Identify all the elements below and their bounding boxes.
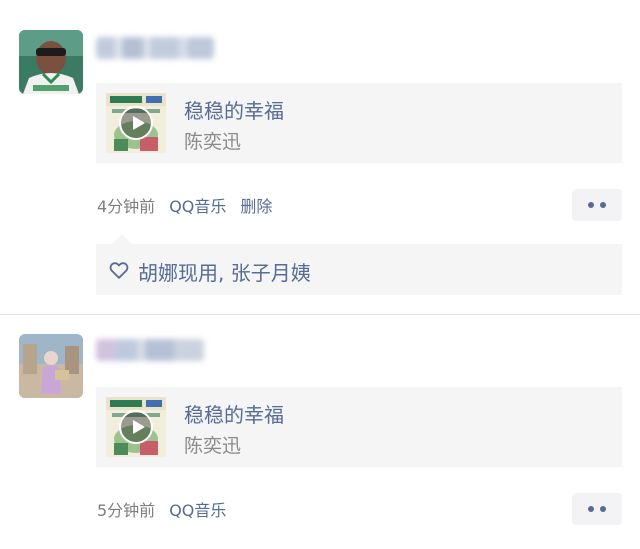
moment-post: 稳稳的幸福 陈奕迅 5分钟前 QQ音乐 bbox=[0, 315, 640, 549]
more-icon bbox=[588, 202, 594, 208]
song-artist: 陈奕迅 bbox=[184, 435, 242, 457]
avatar[interactable] bbox=[19, 30, 83, 94]
heart-icon bbox=[109, 262, 129, 279]
source-link[interactable]: QQ音乐 bbox=[169, 501, 226, 520]
song-artist: 陈奕迅 bbox=[184, 131, 242, 153]
play-icon[interactable] bbox=[119, 106, 153, 140]
album-cover bbox=[106, 93, 166, 153]
username-blurred[interactable] bbox=[96, 339, 204, 361]
album-cover bbox=[106, 397, 166, 457]
more-button[interactable] bbox=[572, 493, 622, 525]
source-link[interactable]: QQ音乐 bbox=[169, 197, 226, 216]
post-time: 4分钟前 bbox=[97, 197, 156, 216]
song-title: 稳稳的幸福 bbox=[184, 99, 284, 123]
likes-box: 胡娜现用, 张子月姨 bbox=[96, 244, 622, 295]
music-share-card[interactable]: 稳稳的幸福 陈奕迅 bbox=[96, 387, 622, 467]
song-title: 稳稳的幸福 bbox=[184, 403, 284, 427]
likes-names[interactable]: 胡娜现用, 张子月姨 bbox=[138, 257, 311, 286]
post-meta: 5分钟前 QQ音乐 bbox=[97, 497, 240, 521]
more-button[interactable] bbox=[572, 189, 622, 221]
more-icon bbox=[588, 506, 594, 512]
post-time: 5分钟前 bbox=[97, 501, 156, 520]
delete-button[interactable]: 删除 bbox=[240, 197, 272, 216]
likes-arrow bbox=[112, 234, 132, 244]
avatar[interactable] bbox=[19, 334, 83, 398]
post-meta: 4分钟前 QQ音乐 删除 bbox=[97, 193, 286, 217]
play-icon[interactable] bbox=[119, 410, 153, 444]
music-share-card[interactable]: 稳稳的幸福 陈奕迅 bbox=[96, 83, 622, 163]
moment-post: 稳稳的幸福 陈奕迅 4分钟前 QQ音乐 删除 胡娜现用, 张子月姨 bbox=[0, 0, 640, 314]
username-blurred[interactable] bbox=[96, 37, 214, 59]
